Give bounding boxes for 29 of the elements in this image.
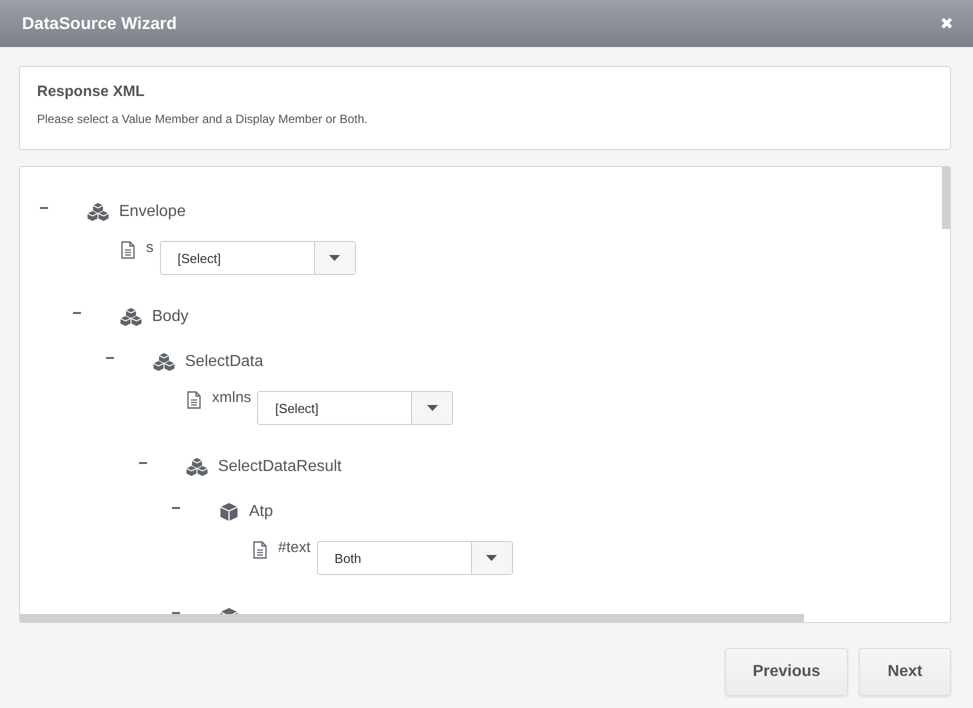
cubes-icon — [87, 202, 109, 220]
node-label: SelectDataResult — [218, 458, 342, 476]
node-label: Body — [152, 308, 188, 326]
attribute-label: #text — [278, 539, 311, 556]
cube-icon — [219, 502, 239, 522]
cubes-icon — [186, 458, 208, 476]
cubes-icon — [120, 308, 142, 326]
window-title: DataSource Wizard — [22, 14, 177, 34]
caret-icon — [486, 555, 498, 561]
node-label: Envelope — [119, 202, 186, 220]
node-label: Atp — [249, 502, 274, 520]
document-icon — [252, 541, 268, 559]
attribute-label: xmlns — [212, 389, 252, 406]
caret-icon — [426, 405, 438, 411]
section-title: Response XML — [37, 83, 146, 100]
member-dropdown[interactable]: [Select] — [257, 391, 454, 425]
cubes-icon — [153, 352, 175, 370]
member-dropdown[interactable]: Both — [316, 541, 513, 575]
node-label: SelectData — [185, 352, 264, 370]
attribute-label: s — [146, 239, 154, 256]
member-dropdown[interactable]: [Select] — [160, 241, 356, 275]
previous-button[interactable]: Previous — [725, 648, 848, 696]
instruction-text: Please select a Value Member and a Display Member or Both. — [37, 112, 369, 126]
document-icon — [186, 391, 202, 409]
document-icon — [120, 241, 136, 259]
horizontal-scrollbar[interactable] — [20, 614, 804, 622]
vertical-scrollbar[interactable] — [942, 167, 950, 229]
next-button[interactable]: Next — [859, 648, 951, 696]
caret-icon — [329, 255, 340, 261]
